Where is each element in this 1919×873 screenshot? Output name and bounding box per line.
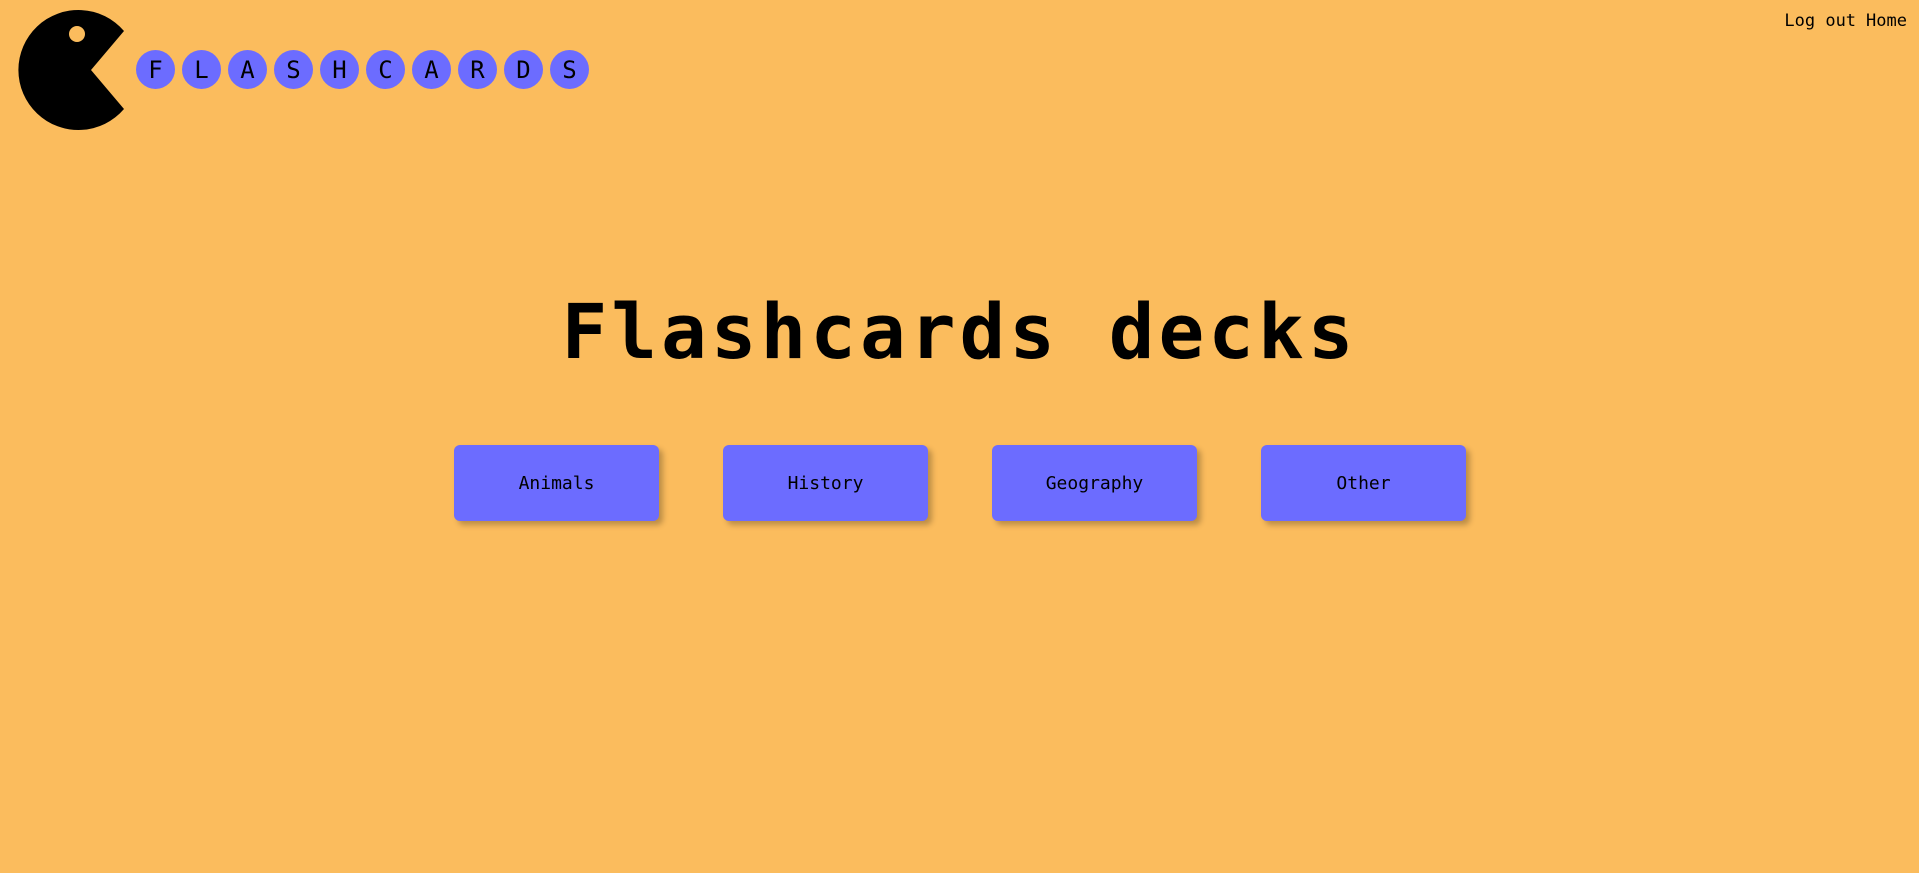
brand-letter: S	[274, 50, 313, 89]
deck-button-geography[interactable]: Geography	[992, 445, 1197, 521]
pacman-logo-icon	[12, 9, 132, 131]
brand-letter: A	[228, 50, 267, 89]
brand-letter: S	[550, 50, 589, 89]
brand-letter: F	[136, 50, 175, 89]
deck-button-animals[interactable]: Animals	[454, 445, 659, 521]
brand-letter: H	[320, 50, 359, 89]
deck-list: Animals History Geography Other	[454, 445, 1466, 521]
brand-letter: D	[504, 50, 543, 89]
top-nav: Log out Home	[1784, 11, 1907, 31]
home-link[interactable]: Home	[1866, 11, 1907, 31]
brand-letter: C	[366, 50, 405, 89]
page-title: Flashcards decks	[561, 287, 1358, 376]
deck-button-other[interactable]: Other	[1261, 445, 1466, 521]
brand-letter: R	[458, 50, 497, 89]
brand-letter: L	[182, 50, 221, 89]
deck-button-history[interactable]: History	[723, 445, 928, 521]
brand-letters: F L A S H C A R D S	[136, 50, 589, 90]
brand-letter: A	[412, 50, 451, 89]
logout-link[interactable]: Log out	[1784, 11, 1856, 31]
